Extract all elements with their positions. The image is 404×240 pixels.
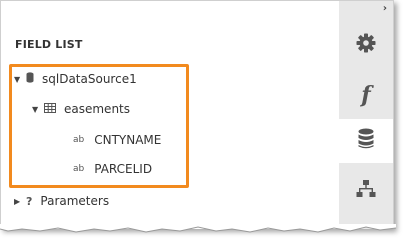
table-name: easements	[64, 102, 131, 116]
text-field-icon: ab	[73, 135, 85, 145]
torn-edge	[0, 224, 396, 233]
expanded-arrow-icon[interactable]: ▼	[14, 75, 26, 84]
hierarchy-icon	[356, 179, 376, 203]
question-mark-icon: ?	[26, 194, 33, 208]
tree-item-datasource[interactable]: ▼ sqlDataSource1	[14, 68, 137, 90]
field-name: CNTYNAME	[94, 133, 162, 147]
expressions-tab-button[interactable]: f	[339, 73, 393, 117]
report-explorer-tab-button[interactable]	[339, 169, 393, 213]
database-icon	[357, 128, 375, 154]
tree-item-parameters[interactable]: ▶ ? Parameters	[14, 190, 109, 212]
field-name: PARCELID	[94, 162, 153, 176]
database-icon	[26, 72, 34, 86]
collapsed-arrow-icon[interactable]: ▶	[14, 197, 26, 206]
tree-item-field[interactable]: ab PARCELID	[73, 158, 152, 180]
text-field-icon: ab	[73, 164, 85, 174]
table-icon	[44, 102, 56, 116]
chevron-right-icon[interactable]: ›	[383, 3, 387, 14]
field-list-tab-button[interactable]	[339, 119, 393, 163]
settings-tab-button[interactable]	[339, 23, 393, 67]
gear-icon	[356, 33, 376, 57]
datasource-name: sqlDataSource1	[42, 72, 137, 86]
tree-item-field[interactable]: ab CNTYNAME	[73, 129, 161, 151]
tree-item-table[interactable]: ▼ easements	[32, 98, 130, 120]
panel-title: FIELD LIST	[15, 38, 83, 51]
sidebar: › f	[339, 1, 393, 229]
field-list-main: FIELD LIST ▼ sqlDataSource1 ▼ easements …	[1, 1, 339, 229]
field-list-panel: FIELD LIST ▼ sqlDataSource1 ▼ easements …	[0, 0, 394, 229]
function-icon: f	[361, 82, 371, 108]
expanded-arrow-icon[interactable]: ▼	[32, 105, 44, 114]
parameters-label: Parameters	[40, 194, 110, 208]
